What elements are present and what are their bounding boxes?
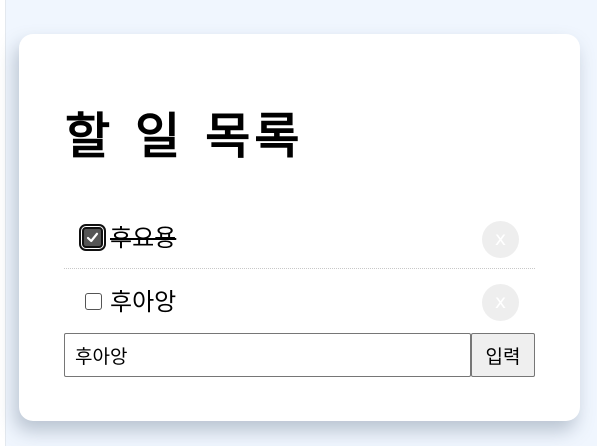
- todo-checkbox[interactable]: [85, 293, 102, 310]
- delete-button[interactable]: x: [482, 221, 519, 258]
- todo-input[interactable]: [64, 333, 471, 377]
- submit-button[interactable]: 입력: [471, 333, 535, 377]
- delete-button[interactable]: x: [482, 284, 519, 321]
- window-left-edge: [0, 0, 6, 446]
- todo-item: 후아앙 x: [64, 275, 535, 331]
- todo-checkbox-checked[interactable]: [79, 224, 106, 251]
- page-title: 할 일 목록: [65, 108, 304, 165]
- todo-text: 후요용: [110, 224, 177, 252]
- todo-card: 할 일 목록 후요용 x 후아앙 x 입력: [19, 34, 580, 421]
- todo-text: 후아앙: [110, 288, 177, 316]
- todo-item: 후요용 x: [64, 211, 535, 269]
- checkmark-icon: [85, 230, 100, 245]
